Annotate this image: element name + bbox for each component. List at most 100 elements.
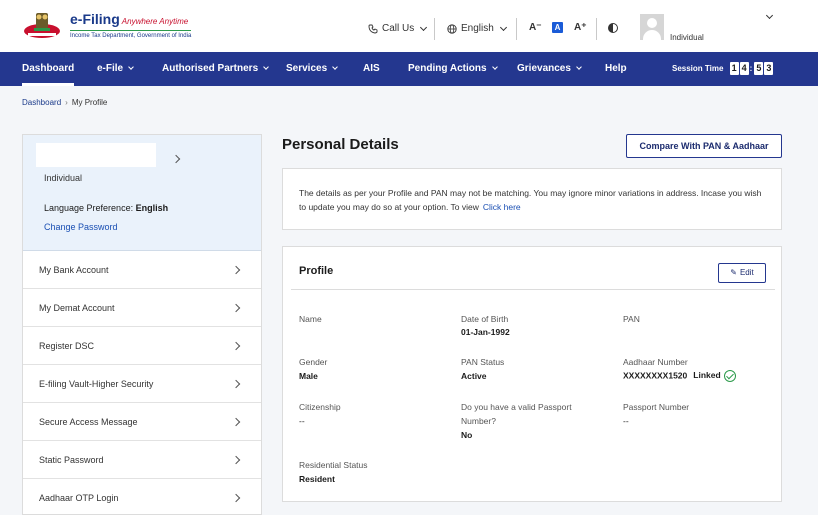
logo-tagline: Anywhere Anytime (121, 17, 189, 26)
chevron-right-icon[interactable] (171, 154, 181, 164)
profile-sidebar: Individual Language Preference: English … (22, 134, 262, 515)
nav-grievances[interactable]: Grievances (517, 52, 582, 86)
logo-subtitle: Income Tax Department, Government of Ind… (70, 30, 192, 39)
font-decrease-button[interactable]: A⁻ (529, 22, 542, 33)
passport-question-value: No (461, 430, 473, 440)
nav-authorised-partners[interactable]: Authorised Partners (162, 52, 269, 86)
breadcrumb: Dashboard › My Profile (22, 98, 107, 107)
sidebar-item-static-password[interactable]: Static Password (23, 441, 261, 479)
session-timer: Session Time 14:53 (672, 52, 774, 86)
nav-ais[interactable]: AIS (363, 52, 380, 86)
nav-services[interactable]: Services (286, 52, 338, 86)
user-type: Individual (670, 33, 704, 42)
pan-status-value: Active (461, 371, 487, 381)
chevron-down-icon (332, 64, 338, 70)
nav-efile[interactable]: e-File (97, 52, 134, 86)
language-preference: Language Preference: English (44, 203, 169, 213)
sidebar-item-demat-account[interactable]: My Demat Account (23, 289, 261, 327)
chevron-right-icon (231, 341, 241, 351)
residential-status-value: Resident (299, 474, 335, 484)
breadcrumb-current: My Profile (71, 98, 108, 107)
chevron-right-icon (231, 265, 241, 275)
profile-card: Individual Language Preference: English … (23, 135, 261, 251)
passport-question-line1: Do you have a valid Passport (461, 402, 572, 412)
aadhaar-label: Aadhaar Number (623, 357, 688, 367)
session-digit: 5 (754, 62, 764, 75)
chevron-down-icon (420, 23, 428, 31)
phone-icon (368, 24, 378, 33)
session-digit: 1 (729, 62, 739, 75)
profile-title: Profile (299, 265, 334, 277)
call-us-dropdown[interactable]: Call Us (368, 23, 428, 34)
nav-dashboard[interactable]: Dashboard (22, 52, 75, 86)
divider (291, 289, 775, 290)
divider (596, 18, 597, 40)
breadcrumb-dashboard[interactable]: Dashboard (22, 98, 61, 107)
divider (516, 18, 517, 40)
logo-title: e-Filing Anywhere Anytime (70, 11, 189, 27)
profile-notice: The details as per your Profile and PAN … (282, 168, 782, 230)
change-password-link[interactable]: Change Password (44, 222, 118, 232)
pencil-icon: ✎ (730, 268, 737, 277)
dob-value: 01-Jan-1992 (461, 327, 510, 337)
sidebar-item-bank-account[interactable]: My Bank Account (23, 251, 261, 289)
citizenship-label: Citizenship (299, 402, 341, 412)
avatar[interactable] (640, 14, 664, 40)
chevron-right-icon (231, 417, 241, 427)
pan-label: PAN (623, 314, 640, 324)
chevron-down-icon (499, 23, 507, 31)
sidebar-item-register-dsc[interactable]: Register DSC (23, 327, 261, 365)
session-digit: 3 (764, 62, 774, 75)
emblem-icon (24, 13, 60, 38)
check-circle-icon (723, 370, 736, 382)
efiling-logo[interactable]: e-Filing Anywhere Anytime Income Tax Depa… (22, 9, 192, 43)
chevron-right-icon (231, 493, 241, 503)
aadhaar-value: XXXXXXXX1520 Linked (623, 370, 736, 382)
call-us-label: Call Us (382, 23, 415, 34)
font-normal-button[interactable]: A (552, 22, 563, 33)
residential-status-label: Residential Status (299, 460, 368, 470)
session-separator: : (749, 64, 753, 73)
chevron-right-icon (231, 455, 241, 465)
nav-pending-actions[interactable]: Pending Actions (408, 52, 498, 86)
top-header: e-Filing Anywhere Anytime Income Tax Depa… (0, 0, 818, 52)
chevron-down-icon (263, 64, 269, 70)
citizenship-value: -- (299, 416, 305, 426)
compare-pan-aadhaar-button[interactable]: Compare With PAN & Aadhaar (626, 134, 782, 158)
user-menu-chevron-icon[interactable] (765, 11, 774, 20)
chevron-down-icon (576, 64, 582, 70)
passport-question-line2: Number? (461, 416, 496, 426)
nav-help[interactable]: Help (605, 52, 627, 86)
dob-label: Date of Birth (461, 314, 509, 324)
globe-icon (447, 23, 457, 34)
aadhaar-linked-status: Linked (693, 370, 721, 381)
language-label: English (461, 23, 494, 34)
page-title: Personal Details (282, 136, 399, 153)
divider (434, 18, 435, 40)
gender-value: Male (299, 371, 318, 381)
sidebar-item-secure-access-message[interactable]: Secure Access Message (23, 403, 261, 441)
profile-section: Profile ✎ Edit Name Date of Birth 01-Jan-… (282, 246, 782, 502)
chevron-right-icon (231, 379, 241, 389)
language-dropdown[interactable]: English (447, 23, 507, 34)
notice-text: The details as per your Profile and PAN … (299, 188, 762, 212)
chevron-down-icon (128, 64, 134, 70)
passport-number-label: Passport Number (623, 402, 690, 412)
notice-click-here-link[interactable]: Click here (483, 202, 521, 212)
contrast-icon[interactable] (608, 23, 618, 33)
language-preference-value: English (135, 203, 169, 213)
pan-status-label: PAN Status (461, 357, 505, 367)
breadcrumb-separator: › (65, 98, 68, 107)
passport-number-value: -- (623, 416, 629, 426)
edit-profile-button[interactable]: ✎ Edit (718, 263, 766, 283)
sidebar-item-efiling-vault[interactable]: E-filing Vault-Higher Security (23, 365, 261, 403)
main-nav: Dashboard e-File Authorised Partners Ser… (0, 52, 818, 86)
chevron-down-icon (491, 64, 498, 70)
font-increase-button[interactable]: A⁺ (574, 22, 587, 33)
user-name-redacted (36, 143, 156, 167)
chevron-right-icon (231, 303, 241, 313)
sidebar-item-aadhaar-otp-login[interactable]: Aadhaar OTP Login (23, 479, 261, 515)
profile-user-type: Individual (44, 173, 83, 183)
name-label: Name (299, 314, 322, 324)
session-digit: 4 (739, 62, 749, 75)
